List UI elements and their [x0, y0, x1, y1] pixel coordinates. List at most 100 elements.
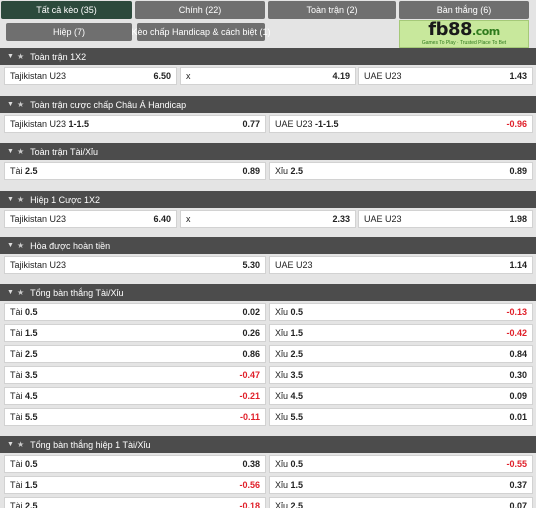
odds-cell[interactable]: x 2.33 — [180, 210, 356, 228]
selection-name: Tài — [10, 166, 23, 176]
selection-label: Xỉu 0.5 — [275, 459, 506, 469]
selection-label: Tài 1.5 — [10, 480, 239, 490]
star-icon[interactable]: ★ — [17, 52, 24, 61]
chevron-down-icon[interactable]: ▼ — [7, 53, 14, 60]
odds-value: -0.13 — [506, 307, 527, 317]
odds-value: -0.96 — [506, 119, 527, 129]
odds-cell[interactable]: UAE U23 1.98 — [358, 210, 533, 228]
tab-full-time[interactable]: Toàn trận (2) — [268, 1, 396, 19]
odds-cell[interactable]: Tài 1.5 -0.56 — [4, 476, 266, 494]
selection-label: Tajikistan U23 — [10, 214, 153, 224]
odds-value: 4.19 — [332, 71, 350, 81]
odds-cell[interactable]: Tài 3.5 -0.47 — [4, 366, 266, 384]
odds-cell[interactable]: Tajikistan U23 6.50 — [4, 67, 177, 85]
selection-label: Tài 0.5 — [10, 307, 242, 317]
odds-cell[interactable]: UAE U23 1.43 — [358, 67, 533, 85]
tab-half[interactable]: Hiệp (7) — [6, 23, 132, 41]
odds-cell[interactable]: Tajikistan U23 6.40 — [4, 210, 177, 228]
selection-label: Xỉu 3.5 — [275, 370, 509, 380]
odds-cell[interactable]: Xỉu 0.5 -0.13 — [269, 303, 533, 321]
market-title: Hiệp 1 Cược 1X2 — [30, 194, 101, 205]
selection-label: UAE U23 — [364, 71, 509, 81]
odds-cell[interactable]: x 4.19 — [180, 67, 356, 85]
selection-label: x — [186, 71, 332, 81]
tab-main[interactable]: Chính (22) — [135, 1, 265, 19]
selection-name: Xỉu — [275, 328, 289, 338]
star-icon[interactable]: ★ — [17, 440, 24, 449]
chevron-down-icon[interactable]: ▼ — [7, 101, 14, 108]
odds-value: 0.07 — [509, 501, 527, 508]
odds-value: -0.18 — [239, 501, 260, 508]
star-icon[interactable]: ★ — [17, 195, 24, 204]
selection-name: Tài — [10, 307, 23, 317]
odds-cell[interactable]: Xỉu 1.5 0.37 — [269, 476, 533, 494]
odds-value: 1.14 — [509, 260, 527, 270]
chevron-down-icon[interactable]: ▼ — [7, 196, 14, 203]
selection-label: Xỉu 1.5 — [275, 328, 506, 338]
market-header[interactable]: ▼ ★ Hòa được hoàn tiền — [0, 237, 536, 254]
market-header[interactable]: ▼ ★ Hiệp 1 Cược 1X2 — [0, 191, 536, 208]
selection-name: Tajikistan U23 — [10, 71, 67, 81]
logo-domain: .com — [472, 25, 500, 38]
selection-name: Xỉu — [275, 459, 289, 469]
odds-cell[interactable]: Xỉu 2.5 0.84 — [269, 345, 533, 363]
selection-label: Tajikistan U23 1-1.5 — [10, 119, 242, 129]
handicap-line: 2.5 — [290, 349, 304, 359]
selection-label: UAE U23 — [275, 260, 509, 270]
odds-cell[interactable]: UAE U23 -1-1.5 -0.96 — [269, 115, 533, 133]
market-header[interactable]: ▼ ★ Toàn trận 1X2 — [0, 48, 536, 65]
market-header[interactable]: ▼ ★ Toàn trận Tài/Xỉu — [0, 143, 536, 160]
odds-cell[interactable]: Tài 2.5 0.89 — [4, 162, 266, 180]
chevron-down-icon[interactable]: ▼ — [7, 148, 14, 155]
odds-cell[interactable]: Xỉu 0.5 -0.55 — [269, 455, 533, 473]
handicap-line: 1-1.5 — [68, 119, 90, 129]
odds-cell[interactable]: Xỉu 5.5 0.01 — [269, 408, 533, 426]
market-header[interactable]: ▼ ★ Tổng bàn thắng Tài/Xỉu — [0, 284, 536, 301]
chevron-down-icon[interactable]: ▼ — [7, 289, 14, 296]
tab-goals[interactable]: Bàn thắng (6) — [399, 1, 529, 19]
odds-cell[interactable]: Xỉu 4.5 0.09 — [269, 387, 533, 405]
selection-name: UAE U23 — [275, 260, 313, 270]
odds-cell[interactable]: Tajikistan U23 5.30 — [4, 256, 266, 274]
odds-cell[interactable]: Tài 1.5 0.26 — [4, 324, 266, 342]
star-icon[interactable]: ★ — [17, 147, 24, 156]
odds-value: 1.98 — [509, 214, 527, 224]
selection-label: Xỉu 1.5 — [275, 480, 509, 490]
market-header[interactable]: ▼ ★ Tổng bàn thắng hiệp 1 Tài/Xỉu — [0, 436, 536, 453]
selection-label: Tài 3.5 — [10, 370, 239, 380]
odds-cell[interactable]: Xỉu 1.5 -0.42 — [269, 324, 533, 342]
odds-cell[interactable]: Tài 4.5 -0.21 — [4, 387, 266, 405]
odds-value: 1.43 — [509, 71, 527, 81]
selection-label: Tài 1.5 — [10, 328, 242, 338]
odds-cell[interactable]: Xỉu 2.5 0.07 — [269, 497, 533, 508]
selection-label: x — [186, 214, 332, 224]
odds-cell[interactable]: Tài 2.5 -0.18 — [4, 497, 266, 508]
star-icon[interactable]: ★ — [17, 241, 24, 250]
odds-value: -0.42 — [506, 328, 527, 338]
odds-value: 6.50 — [153, 71, 171, 81]
odds-cell[interactable]: Tài 2.5 0.86 — [4, 345, 266, 363]
tab-handicap[interactable]: Kèo chấp Handicap & cách biệt (1) — [131, 23, 271, 41]
selection-name: Tajikistan U23 — [10, 119, 67, 129]
tab-all-markets[interactable]: Tất cả kèo (35) — [1, 1, 132, 19]
market-title: Toàn trận cược chấp Châu Á Handicap — [30, 99, 187, 110]
odds-cell[interactable]: Tài 5.5 -0.11 — [4, 408, 266, 426]
odds-cell[interactable]: UAE U23 1.14 — [269, 256, 533, 274]
odds-value: 0.37 — [509, 480, 527, 490]
fb88-logo[interactable]: fb88.com Games To Play · Trusted Place T… — [399, 20, 529, 48]
odds-cell[interactable]: Xỉu 3.5 0.30 — [269, 366, 533, 384]
chevron-down-icon[interactable]: ▼ — [7, 441, 14, 448]
selection-label: Tài 5.5 — [10, 412, 240, 422]
handicap-line: 5.5 — [25, 412, 38, 422]
selection-label: Xỉu 2.5 — [275, 349, 509, 359]
market-header[interactable]: ▼ ★ Toàn trận cược chấp Châu Á Handicap — [0, 96, 536, 113]
odds-cell[interactable]: Tài 0.5 0.02 — [4, 303, 266, 321]
chevron-down-icon[interactable]: ▼ — [7, 242, 14, 249]
star-icon[interactable]: ★ — [17, 288, 24, 297]
selection-label: Xỉu 0.5 — [275, 307, 506, 317]
odds-cell[interactable]: Tajikistan U23 1-1.5 0.77 — [4, 115, 266, 133]
odds-cell[interactable]: Xỉu 2.5 0.89 — [269, 162, 533, 180]
odds-cell[interactable]: Tài 0.5 0.38 — [4, 455, 266, 473]
handicap-line: 0.5 — [25, 459, 38, 469]
star-icon[interactable]: ★ — [17, 100, 24, 109]
